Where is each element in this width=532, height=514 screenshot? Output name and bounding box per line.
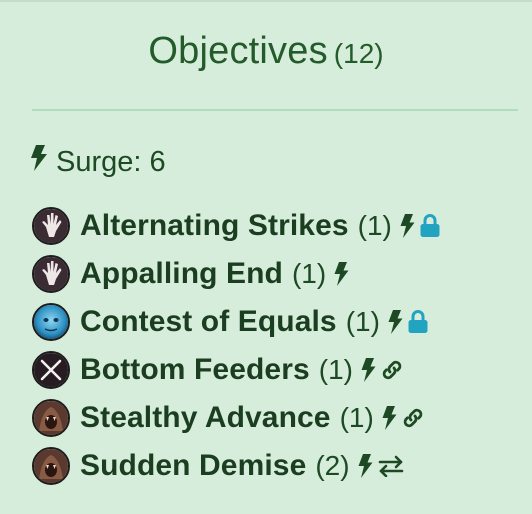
objective-item[interactable]: Contest of Equals (1) <box>32 298 532 346</box>
lock-icon <box>419 214 441 238</box>
objective-tags <box>358 454 409 478</box>
bolt-icon <box>400 214 415 238</box>
avatar-beast-icon <box>32 447 70 485</box>
avatar-crossed-swords-icon <box>32 351 70 389</box>
objectives-panel: Objectives (12) Surge: 6 Alternating Stri… <box>0 0 532 514</box>
objective-tags <box>334 262 353 286</box>
divider <box>32 109 518 111</box>
bolt-icon <box>382 406 397 430</box>
objective-quantity: (1) <box>318 354 354 385</box>
objective-quantity: (1) <box>357 210 392 241</box>
objective-tags <box>382 406 429 430</box>
avatar-blue-mask-icon <box>32 303 70 341</box>
objective-name: Stealthy Advance <box>80 401 331 434</box>
objective-item[interactable]: Stealthy Advance (1) <box>32 394 532 442</box>
objective-name: Contest of Equals <box>80 305 337 338</box>
objective-item[interactable]: Sudden Demise (2) <box>32 442 532 490</box>
swap-icon <box>377 455 405 477</box>
objective-quantity: (2) <box>315 450 350 481</box>
bolt-icon <box>388 310 403 334</box>
objective-quantity: (1) <box>291 258 327 289</box>
objective-tags <box>361 358 408 382</box>
objective-item[interactable]: Alternating Strikes (1) <box>32 202 532 250</box>
link-icon <box>401 406 425 430</box>
surge-label: Surge: <box>56 145 142 178</box>
avatar-hand-icon <box>32 255 70 293</box>
objective-count: (12) <box>333 38 384 69</box>
bolt-icon <box>358 454 373 478</box>
objective-tags <box>400 214 445 238</box>
objective-name: Appalling End <box>80 257 283 290</box>
bolt-icon <box>30 145 56 179</box>
avatar-beast-icon <box>32 399 70 437</box>
objective-tags <box>388 310 433 334</box>
objective-quantity: (1) <box>345 306 380 337</box>
objective-item[interactable]: Bottom Feeders (1) <box>32 346 532 394</box>
objective-name: Alternating Strikes <box>80 209 349 242</box>
objective-quantity: (1) <box>339 402 374 433</box>
page-title: Objectives <box>148 30 328 72</box>
avatar-hand-icon <box>32 207 70 245</box>
link-icon <box>380 358 404 382</box>
objective-item[interactable]: Appalling End (1) <box>32 250 532 298</box>
bolt-icon <box>361 358 376 382</box>
objective-name: Sudden Demise <box>80 449 307 482</box>
surge-value: 6 <box>149 145 166 178</box>
bolt-icon <box>334 262 349 286</box>
panel-header: Objectives (12) <box>0 30 532 73</box>
lock-icon <box>407 310 429 334</box>
surge-summary: Surge: 6 <box>30 145 166 179</box>
objective-list: Alternating Strikes (1) Appalling End (1) Co… <box>32 202 532 490</box>
objective-name: Bottom Feeders <box>80 353 310 386</box>
